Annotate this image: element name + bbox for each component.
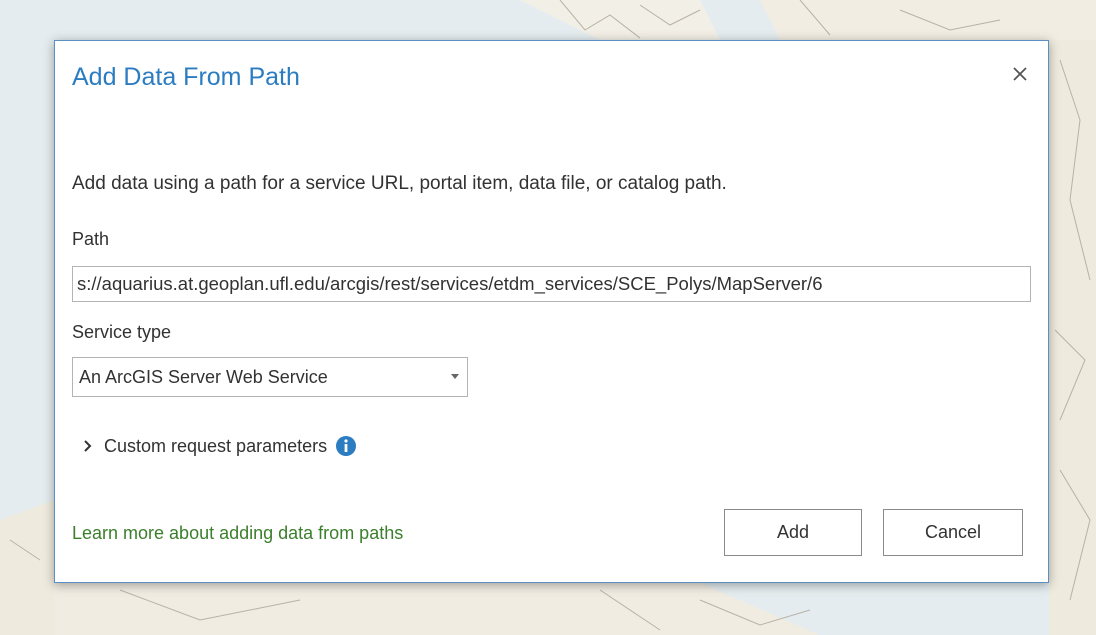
dropdown-arrow-icon [451,374,459,379]
info-icon[interactable] [335,435,357,457]
dialog-title: Add Data From Path [72,63,300,91]
service-type-label: Service type [72,322,172,342]
dialog-description: Add data using a path for a service URL,… [72,173,727,194]
learn-more-link[interactable]: Learn more about adding data from paths [72,523,403,544]
path-input[interactable] [72,266,1031,302]
cancel-button[interactable]: Cancel [883,509,1023,556]
path-label: Path [72,229,110,249]
close-icon [1013,67,1027,81]
add-data-from-path-dialog: Add Data From Path Add data using a path… [54,40,1049,583]
custom-request-parameters-label: Custom request parameters [104,435,328,456]
service-type-dropdown[interactable]: An ArcGIS Server Web Service [72,357,468,397]
add-button[interactable]: Add [724,509,862,556]
close-button[interactable] [1007,61,1033,87]
chevron-right-icon [84,440,92,452]
custom-request-parameters-expander[interactable]: Custom request parameters [83,435,357,457]
service-type-value: An ArcGIS Server Web Service [79,366,328,387]
